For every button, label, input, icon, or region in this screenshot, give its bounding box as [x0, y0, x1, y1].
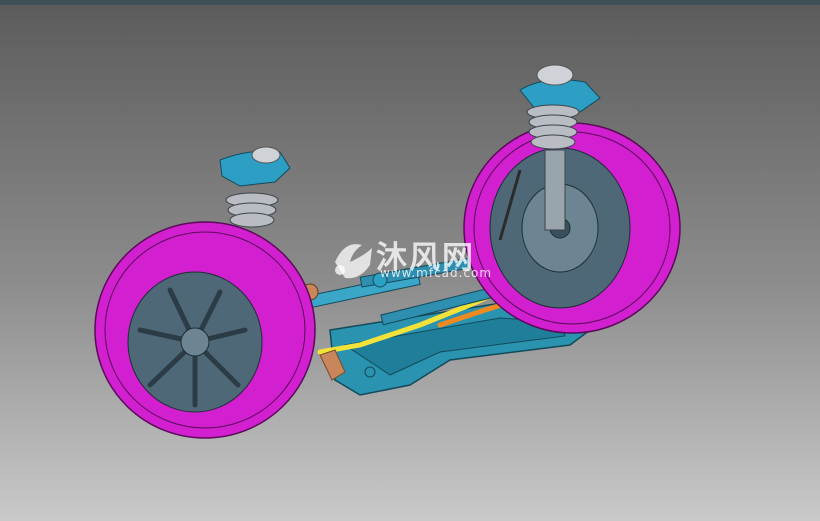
- left-wheel: [94, 221, 316, 439]
- left-strut: [219, 146, 291, 228]
- right-wheel: [463, 122, 681, 334]
- suspension-model[interactable]: [0, 0, 820, 521]
- cad-viewport[interactable]: 沐风网 www.mfcad.com: [0, 0, 820, 521]
